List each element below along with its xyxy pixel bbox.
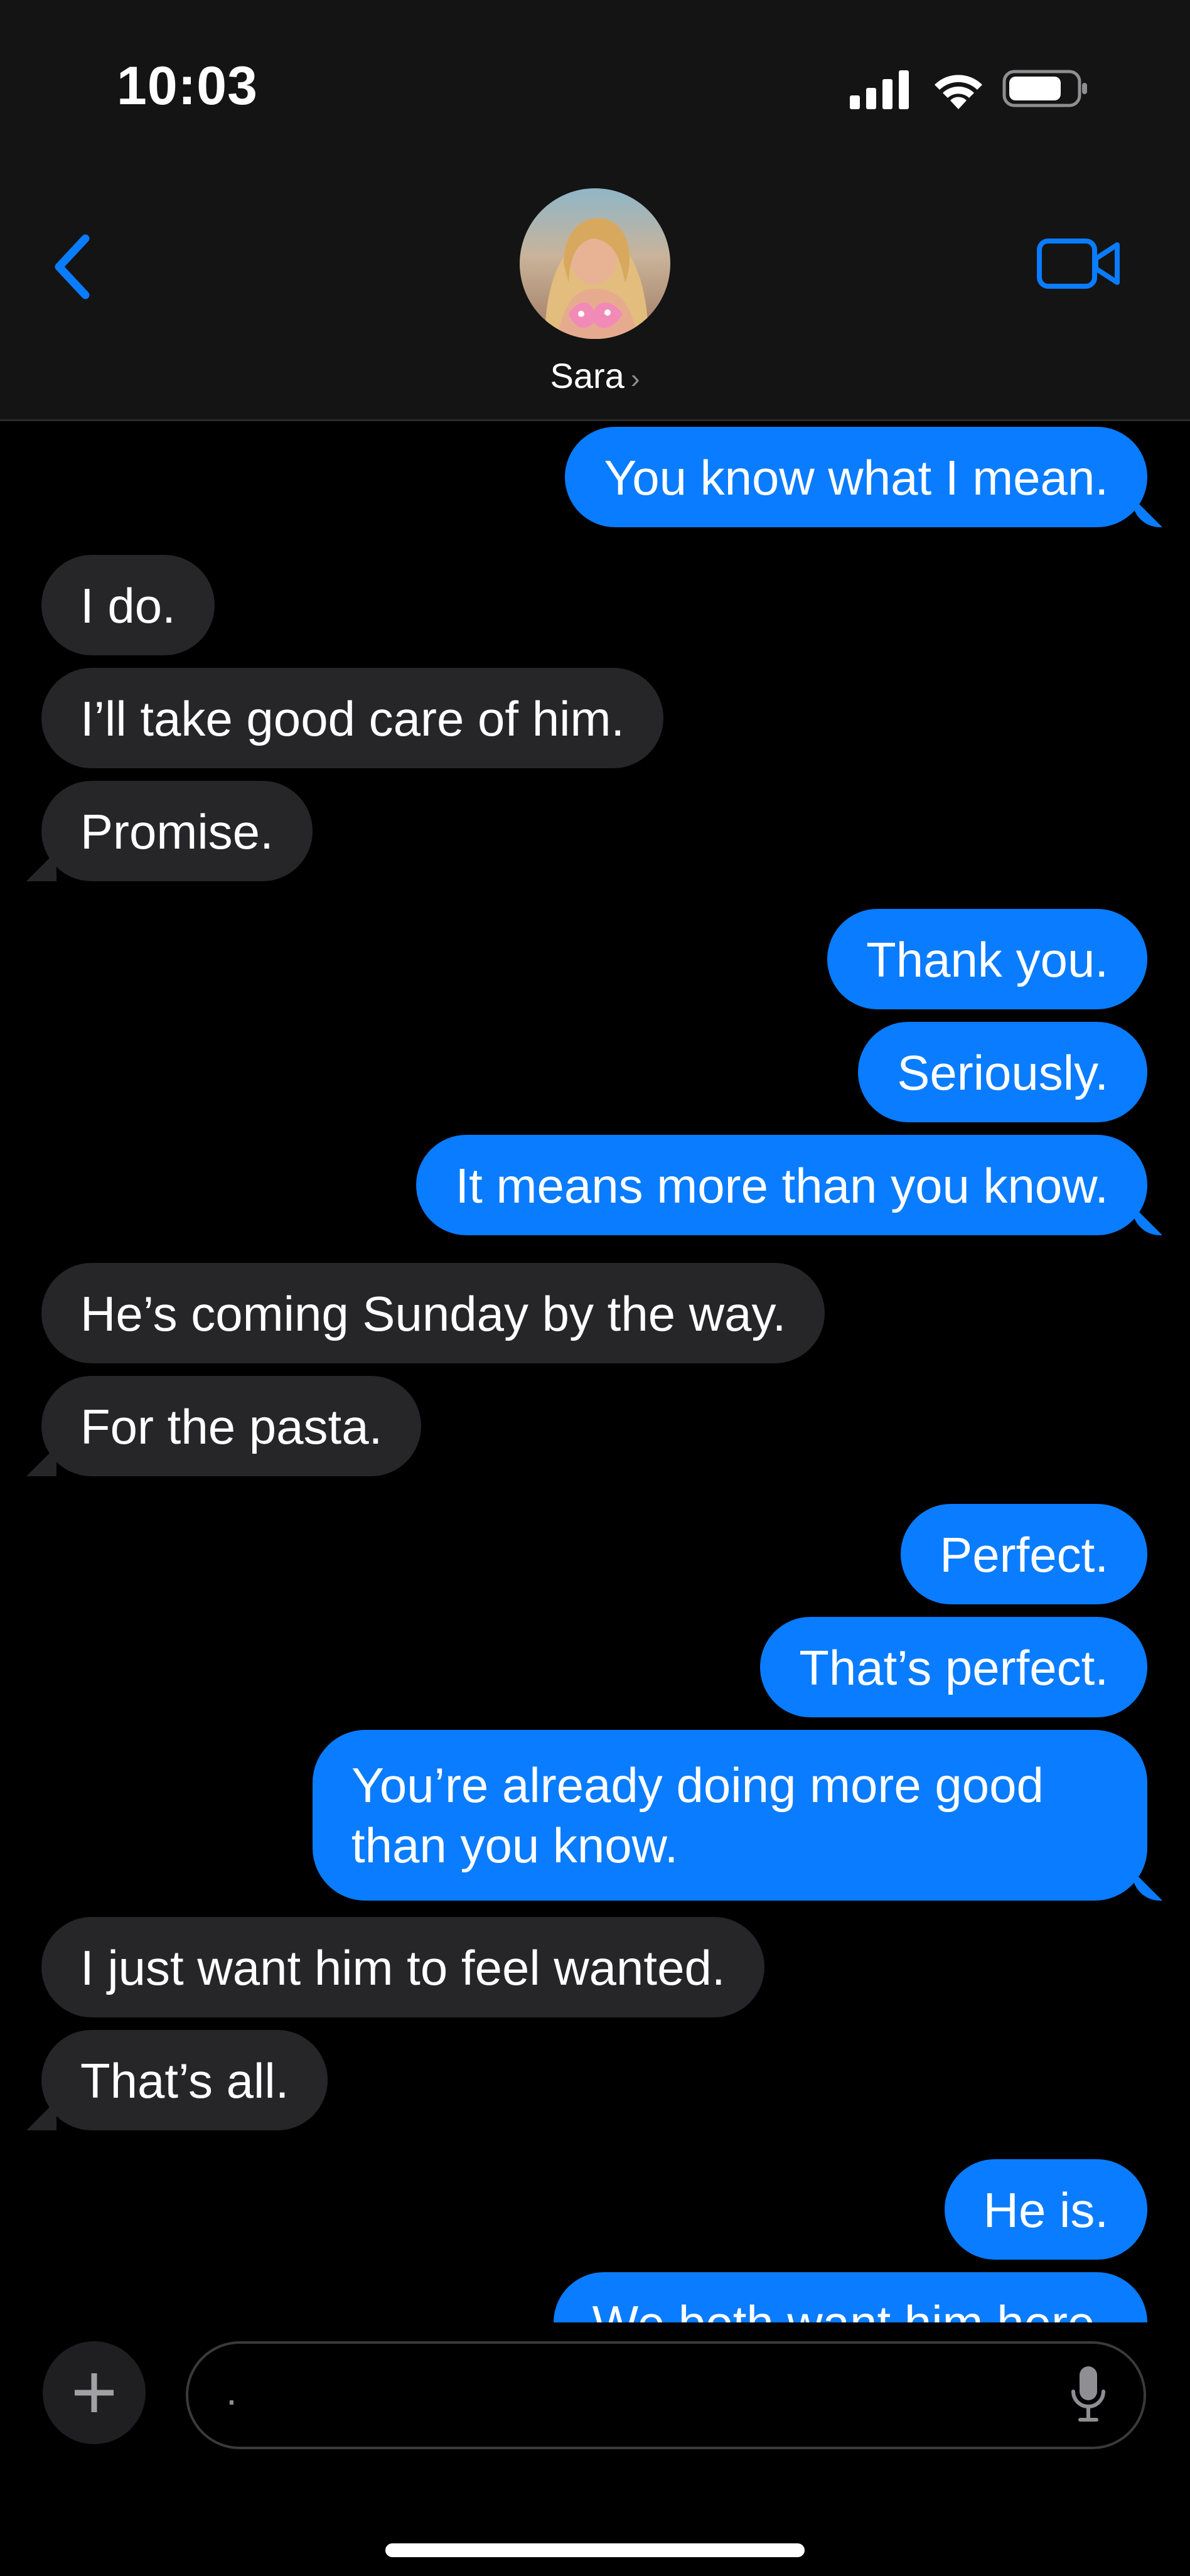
message-bubble-outgoing[interactable]: Thank you. (827, 909, 1147, 1009)
message-bubble-outgoing[interactable]: We both want him here. (553, 2272, 1147, 2322)
message-bubble-outgoing[interactable]: It means more than you know. (416, 1135, 1147, 1235)
message-input-text[interactable]: . (226, 2368, 237, 2414)
battery-icon (1002, 70, 1087, 107)
message-bubble-outgoing[interactable]: You know what I mean. (565, 427, 1147, 527)
conversation-header: 10:03 Sara › (0, 0, 1190, 421)
message-bubble-incoming[interactable]: He’s coming Sunday by the way. (41, 1263, 825, 1363)
message-bubble-incoming[interactable]: I’ll take good care of him. (41, 668, 664, 768)
microphone-icon[interactable] (1069, 2364, 1107, 2427)
contact-name-button[interactable]: Sara › (0, 355, 1190, 396)
chevron-right-icon: › (630, 363, 640, 394)
message-bubble-incoming[interactable]: I just want him to feel wanted. (41, 1917, 764, 2017)
message-bubble-incoming[interactable]: Promise. (41, 781, 313, 881)
contact-avatar[interactable] (520, 188, 670, 339)
contact-name: Sara (550, 356, 624, 395)
message-input[interactable]: . (186, 2341, 1146, 2449)
plus-icon[interactable] (43, 2341, 146, 2444)
status-time: 10:03 (117, 56, 258, 116)
message-bubble-outgoing[interactable]: That’s perfect. (760, 1617, 1147, 1717)
message-bubble-outgoing[interactable]: You’re already doing more good than you … (313, 1730, 1147, 1901)
message-bubble-outgoing[interactable]: Seriously. (858, 1022, 1147, 1122)
message-bubble-outgoing[interactable]: He is. (944, 2159, 1147, 2260)
message-list[interactable]: You know what I mean. I do. I’ll take go… (0, 419, 1190, 2322)
home-indicator[interactable] (385, 2543, 805, 2557)
message-bubble-incoming[interactable]: For the pasta. (41, 1376, 422, 1476)
back-chevron-icon[interactable] (44, 226, 100, 308)
message-bubble-outgoing[interactable]: Perfect. (901, 1504, 1147, 1604)
video-camera-icon[interactable] (1036, 232, 1123, 295)
wifi-icon (935, 75, 982, 109)
message-bubble-incoming[interactable]: That’s all. (41, 2030, 328, 2130)
message-bubble-incoming[interactable]: I do. (41, 555, 215, 655)
cellular-signal-icon (850, 70, 909, 109)
